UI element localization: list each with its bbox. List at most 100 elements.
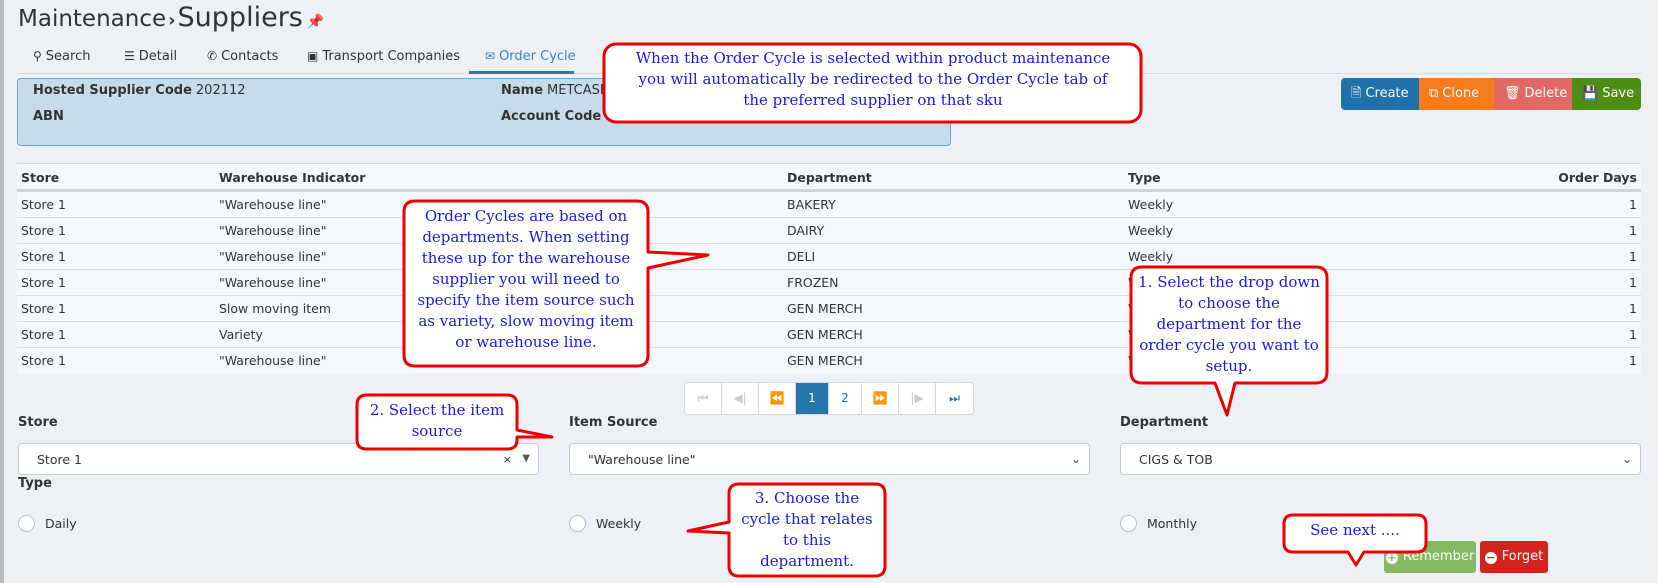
page-title-text: Suppliers (177, 2, 303, 33)
cell-department: GEN MERCH (787, 301, 863, 316)
cell-department: DELI (787, 249, 816, 264)
tab-contacts[interactable]: ✆ Contacts (207, 44, 278, 74)
prev-group-button[interactable]: ⏪ (759, 383, 796, 414)
column-header-department[interactable]: Department (787, 164, 872, 192)
cell-warehouse-indicator: "Warehouse line" (219, 249, 327, 264)
type-radio-daily[interactable]: Daily (18, 514, 77, 532)
type-radio-weekly[interactable]: Weekly (569, 514, 641, 532)
next-group-button[interactable]: ⏩ (862, 383, 899, 414)
abn: ABN (33, 109, 64, 124)
table-row[interactable]: Store 1 Slow moving item GEN MERCH Weekly 1 (17, 296, 1641, 322)
trash-icon: 🗑 (1504, 86, 1521, 101)
remember-button[interactable]: + Remember (1384, 541, 1476, 573)
envelope-icon: ✉ (485, 49, 496, 63)
forget-button[interactable]: − Forget (1480, 541, 1548, 573)
first-page-button[interactable]: ⏮ (685, 383, 722, 414)
rewind-icon: ⏪ (769, 391, 785, 405)
radio-circle[interactable] (18, 514, 35, 532)
next-page-icon: |▶ (910, 391, 924, 405)
callout-5-text: See next .... (1310, 521, 1400, 539)
breadcrumb-parent[interactable]: Maintenance (18, 6, 166, 32)
last-page-button[interactable]: ⏭ (936, 383, 973, 414)
type-radio-monthly[interactable]: Monthly (1120, 514, 1197, 532)
save-button[interactable]: 💾 Save (1572, 78, 1641, 110)
chevron-down-icon: ⌄ (1070, 452, 1081, 466)
toolbar: 🗎 Create ⧉ Clone 🗑 Delete 💾 Save (1341, 78, 1641, 110)
phone-icon: ✆ (207, 49, 218, 63)
cell-type: Weekly (1128, 197, 1174, 212)
file-icon: 🗎 (1351, 86, 1362, 101)
list-icon: ☰ (124, 49, 135, 63)
cell-store: Store 1 (21, 301, 66, 316)
prev-page-button[interactable]: ◀| (722, 383, 759, 414)
cell-department: FROZEN (787, 275, 839, 290)
clear-icon[interactable]: × (503, 444, 512, 475)
item-source-select-value: "Warehouse line" (588, 452, 696, 467)
cell-order-days: 1 (1629, 197, 1637, 212)
next-page-button[interactable]: |▶ (899, 383, 936, 414)
department-select-value: CIGS & TOB (1139, 452, 1213, 467)
table-row[interactable]: Store 1 Variety GEN MERCH Weekly 1 (17, 322, 1641, 348)
table-body: Store 1 "Warehouse line" BAKERY Weekly 1 Stor… (17, 192, 1641, 374)
cell-store: Store 1 (21, 275, 66, 290)
table-row[interactable]: Store 1 "Warehouse line" DELI Weekly 1 (17, 244, 1641, 270)
item-source-select[interactable]: "Warehouse line" ⌄ (569, 443, 1090, 475)
pagination: ⏮ ◀| ⏪ 1 2 ⏩ |▶ ⏭ (684, 382, 974, 415)
delete-button[interactable]: 🗑 Delete (1494, 78, 1572, 110)
cell-order-days: 1 (1629, 327, 1637, 342)
clone-button[interactable]: ⧉ Clone (1419, 78, 1494, 110)
tab-order-cycle[interactable]: ✉ Order Cycle (469, 44, 576, 74)
bus-icon: ▣ (307, 49, 319, 63)
radio-circle[interactable] (1120, 514, 1137, 532)
cell-store: Store 1 (21, 223, 66, 238)
department-label: Department (1120, 415, 1209, 430)
pin-icon[interactable]: 📌 (307, 14, 324, 30)
radio-circle[interactable] (569, 514, 586, 532)
table-row[interactable]: Store 1 "Warehouse line" BAKERY Weekly 1 (17, 192, 1641, 218)
table-row[interactable]: Store 1 "Warehouse line" GEN MERCH Weekly 1 (17, 348, 1641, 374)
table-header: Store Warehouse Indicator Department Typ… (17, 164, 1641, 192)
tab-search[interactable]: ⚲ Search (33, 44, 90, 74)
cell-store: Store 1 (21, 249, 66, 264)
cell-order-days: 1 (1629, 275, 1637, 290)
cell-warehouse-indicator: "Warehouse line" (219, 353, 327, 368)
cell-warehouse-indicator: Slow moving item (219, 301, 332, 316)
last-page-icon: ⏭ (949, 391, 960, 405)
item-source-label: Item Source (569, 415, 658, 430)
cell-warehouse-indicator: "Warehouse line" (219, 197, 327, 212)
floppy-icon: 💾 (1582, 86, 1599, 101)
cell-store: Store 1 (21, 327, 66, 342)
account-code: Account Code (501, 109, 602, 124)
page-1-button[interactable]: 1 (796, 383, 829, 414)
cell-department: GEN MERCH (787, 353, 863, 368)
column-header-type[interactable]: Type (1128, 164, 1161, 192)
callout-3-text: 2. Select the item source (369, 401, 505, 440)
department-select[interactable]: CIGS & TOB ⌄ (1120, 443, 1641, 475)
tab-detail[interactable]: ☰ Detail (124, 44, 177, 74)
cell-order-days: 1 (1629, 353, 1637, 368)
column-header-store[interactable]: Store (21, 164, 59, 192)
plus-circle-icon: + (1385, 551, 1398, 564)
hosted-supplier-code: Hosted Supplier Code 202112 (33, 83, 246, 98)
table-row[interactable]: Store 1 "Warehouse line" FROZEN Weekly 1 (17, 270, 1641, 296)
copy-icon: ⧉ (1429, 86, 1439, 101)
callout-1-text: Order Cycles are based on departments. W… (417, 207, 635, 351)
breadcrumb-separator: › (168, 10, 176, 31)
callout-0-text: When the Order Cycle is selected within … (635, 49, 1111, 109)
minus-circle-icon: − (1484, 551, 1497, 564)
caret-down-icon[interactable]: ▼ (522, 444, 530, 474)
chevron-down-icon: ⌄ (1621, 452, 1632, 466)
cell-department: GEN MERCH (787, 327, 863, 342)
callout-4-text: 3. Choose the cycle that relates to this… (741, 489, 873, 570)
store-label: Store (18, 415, 58, 430)
column-header-order-days[interactable]: Order Days (1558, 164, 1637, 192)
create-button[interactable]: 🗎 Create (1341, 78, 1419, 110)
supplier-name: Name METCASH (501, 83, 610, 98)
cell-store: Store 1 (21, 197, 66, 212)
page-2-button[interactable]: 2 (829, 383, 862, 414)
table-row[interactable]: Store 1 "Warehouse line" DAIRY Weekly 1 (17, 218, 1641, 244)
column-header-warehouse-indicator[interactable]: Warehouse Indicator (219, 164, 365, 192)
cell-store: Store 1 (21, 353, 66, 368)
tab-transport-companies[interactable]: ▣ Transport Companies (307, 44, 460, 74)
store-select[interactable]: Store 1 × ▼ (18, 443, 539, 475)
